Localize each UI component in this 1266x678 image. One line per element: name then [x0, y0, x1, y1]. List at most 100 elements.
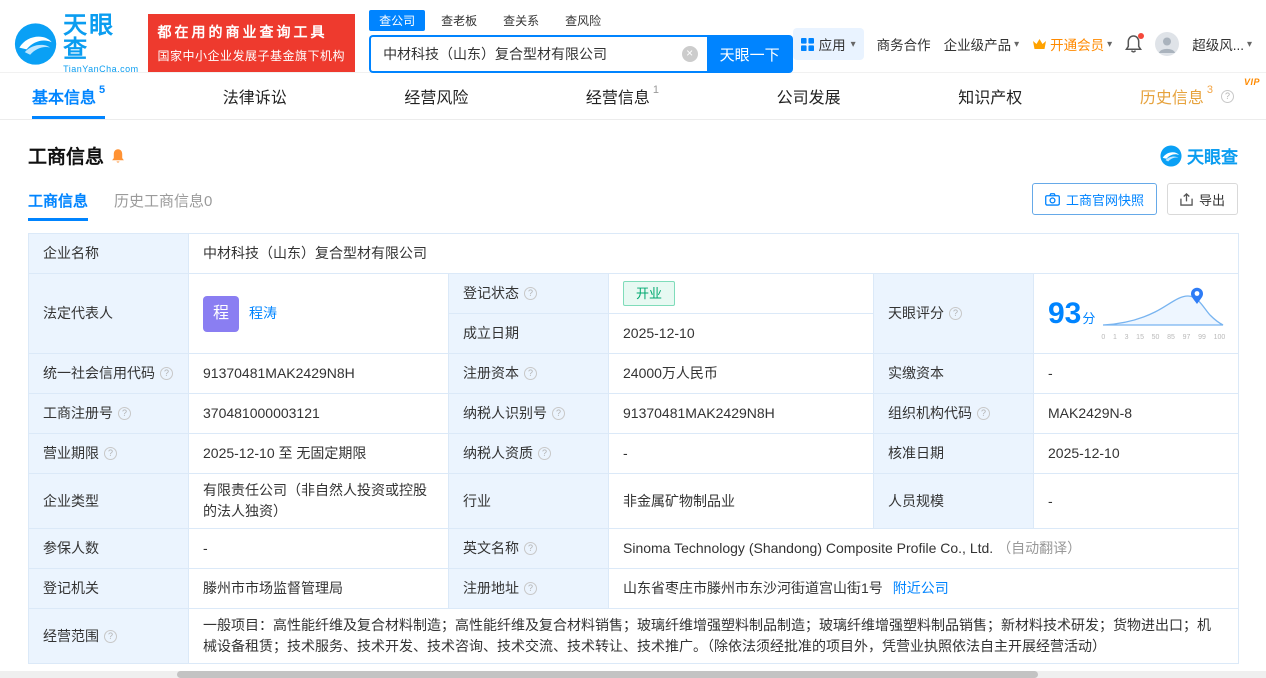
label-business-scope: 经营范围? [28, 608, 189, 664]
search-tab-company[interactable]: 查公司 [369, 10, 426, 31]
table-row: 法定代表人 程 程涛 登记状态? 开业 天眼评分? 93分 0 1 3 15 5… [28, 273, 1240, 354]
help-icon[interactable]: ? [524, 367, 537, 381]
value-business-scope: 一般项目：高性能纤维及复合材料制造；高性能纤维及复合材料销售；玻璃纤维增强塑料制… [187, 608, 1240, 664]
search-tab-relation[interactable]: 查关系 [493, 10, 549, 31]
help-icon[interactable]: ? [104, 629, 117, 643]
help-icon[interactable]: ? [118, 407, 131, 421]
help-icon[interactable]: ? [949, 307, 962, 321]
tab-label: 法律诉讼 [222, 90, 287, 107]
label-insured-count: 参保人数 [28, 528, 189, 569]
subtab-business-registration[interactable]: 工商信息 [28, 190, 89, 221]
help-icon[interactable]: ? [160, 367, 173, 381]
subtab-history-registration[interactable]: 历史工商信息0 [114, 190, 212, 221]
value-legal-rep: 程 程涛 [188, 273, 449, 354]
value-paid-capital: - [1032, 353, 1240, 394]
caret-down-icon: ▾ [1246, 38, 1252, 50]
tab-legal-litigation[interactable]: 法律诉讼 [223, 73, 287, 119]
label-business-term: 营业期限? [28, 433, 189, 474]
enterprise-products-link[interactable]: 企业级产品 ▾ [944, 34, 1020, 54]
main-tab-bar: 基本信息 5 法律诉讼 经营风险 经营信息 1 公司发展 知识产权 历史信息 3… [0, 73, 1266, 120]
label-reg-number: 工商注册号? [28, 393, 189, 434]
export-button-label: 导出 [1198, 192, 1225, 208]
value-industry: 非金属矿物制品业 [608, 473, 874, 529]
camera-icon [1045, 192, 1060, 206]
label-org-code: 组织机构代码? [873, 393, 1034, 434]
notification-bell-icon[interactable] [1125, 33, 1145, 53]
value-credit-code: 91370481MAK2429N8H [188, 353, 449, 394]
tab-company-development[interactable]: 公司发展 [777, 73, 841, 119]
tab-history-info[interactable]: 历史信息 3 VIP ? [1139, 73, 1260, 119]
user-menu-label: 超级风... [1192, 38, 1244, 53]
search-tab-risk[interactable]: 查风险 [555, 10, 611, 31]
tab-intellectual-property[interactable]: 知识产权 [958, 73, 1022, 119]
value-staff-size: - [1032, 473, 1240, 529]
label-reg-authority: 登记机关 [28, 568, 189, 609]
tab-label: 知识产权 [958, 90, 1023, 107]
horizontal-scrollbar-thumb[interactable] [177, 671, 1039, 678]
help-icon[interactable]: ? [977, 407, 990, 421]
tab-label: 经营信息 [585, 90, 650, 107]
caret-down-icon: ▾ [850, 38, 856, 50]
label-english-name: 英文名称? [448, 528, 609, 569]
help-icon[interactable]: ? [1220, 89, 1234, 103]
help-icon[interactable]: ? [552, 407, 565, 421]
notification-dot [1138, 33, 1145, 39]
caret-down-icon: ▾ [1107, 38, 1113, 50]
label-legal-rep: 法定代表人 [28, 273, 189, 354]
user-menu[interactable]: 超级风... ▾ [1192, 34, 1252, 54]
apps-button[interactable]: 应用 ▾ [792, 28, 864, 60]
score-axis-ticks: 0 1 3 15 50 85 97 99 100 [1101, 333, 1226, 341]
join-vip-link[interactable]: 开通会员 ▾ [1032, 34, 1112, 54]
tianyancha-logo[interactable]: 天眼查 TianYanCha.com [14, 14, 140, 74]
value-reg-address: 山东省枣庄市滕州市东沙河街道宫山街1号 附近公司 [607, 568, 1240, 609]
value-business-term: 2025-12-10 至 无固定期限 [188, 433, 449, 474]
help-icon[interactable]: ? [524, 287, 537, 301]
search-button[interactable]: 天眼一下 [706, 35, 793, 73]
legal-rep-avatar[interactable]: 程 [203, 295, 239, 332]
label-reg-capital: 注册资本? [448, 353, 609, 394]
tab-operating-info[interactable]: 经营信息 1 [586, 73, 659, 119]
official-snapshot-button[interactable]: 工商官网快照 [1031, 183, 1157, 215]
help-icon[interactable]: ? [524, 582, 537, 596]
label-reg-status-text: 登记状态 [463, 285, 519, 301]
help-icon[interactable]: ? [104, 447, 117, 461]
search-tab-boss[interactable]: 查老板 [431, 10, 487, 31]
apps-button-label: 应用 [818, 38, 846, 53]
label-industry: 行业 [448, 473, 609, 529]
tianyan-score-number[interactable]: 93分 [1048, 291, 1095, 336]
search-input[interactable] [369, 35, 707, 73]
tab-basic-info[interactable]: 基本信息 5 [32, 73, 106, 119]
label-establish-date: 成立日期 [448, 313, 609, 354]
value-english-name: Sinoma Technology (Shandong) Composite P… [607, 528, 1240, 569]
label-reg-address: 注册地址? [448, 568, 609, 609]
watermark-text: 天眼查 [1187, 148, 1238, 167]
help-icon[interactable]: ? [538, 447, 551, 461]
score-distribution-chart: 0 1 3 15 50 85 97 99 100 [1101, 287, 1225, 341]
label-paid-capital: 实缴资本 [873, 353, 1034, 394]
subscribe-bell-icon[interactable] [110, 148, 126, 164]
value-reg-capital: 24000万人民币 [608, 353, 874, 394]
search-tab-bar: 查公司 查老板 查关系 查风险 [369, 10, 793, 31]
clear-search-icon[interactable]: × [681, 46, 698, 62]
export-button[interactable]: 导出 [1166, 183, 1238, 215]
help-icon[interactable]: ? [524, 542, 537, 556]
tab-count: 3 [1206, 84, 1213, 96]
value-org-code: MAK2429N-8 [1032, 393, 1240, 434]
status-badge: 开业 [623, 280, 676, 307]
label-staff-size: 人员规模 [873, 473, 1034, 529]
tab-operating-risk[interactable]: 经营风险 [404, 73, 468, 119]
caret-down-icon: ▾ [1014, 38, 1020, 50]
tab-label: 历史信息 [1139, 90, 1204, 107]
table-row: 工商注册号? 370481000003121 纳税人识别号? 91370481M… [28, 393, 1240, 434]
business-cooperation-link[interactable]: 商务合作 [877, 34, 931, 54]
legal-rep-name-link[interactable]: 程涛 [249, 303, 277, 324]
user-avatar[interactable] [1155, 32, 1180, 56]
label-taxpayer-id: 纳税人识别号? [448, 393, 609, 434]
nearby-companies-link[interactable]: 附近公司 [893, 580, 949, 596]
tab-label: 基本信息 [32, 90, 97, 107]
horizontal-scrollbar[interactable] [0, 671, 1266, 678]
business-info-table: 企业名称 中材科技（山东）复合型材有限公司 法定代表人 程 程涛 登记状态? 开… [28, 233, 1240, 664]
search-block: 查公司 查老板 查关系 查风险 × 天眼一下 [369, 10, 793, 73]
value-tianyan-score: 93分 0 1 3 15 50 85 97 99 100 [1032, 273, 1240, 354]
label-taxpayer-qualification: 纳税人资质? [448, 433, 609, 474]
